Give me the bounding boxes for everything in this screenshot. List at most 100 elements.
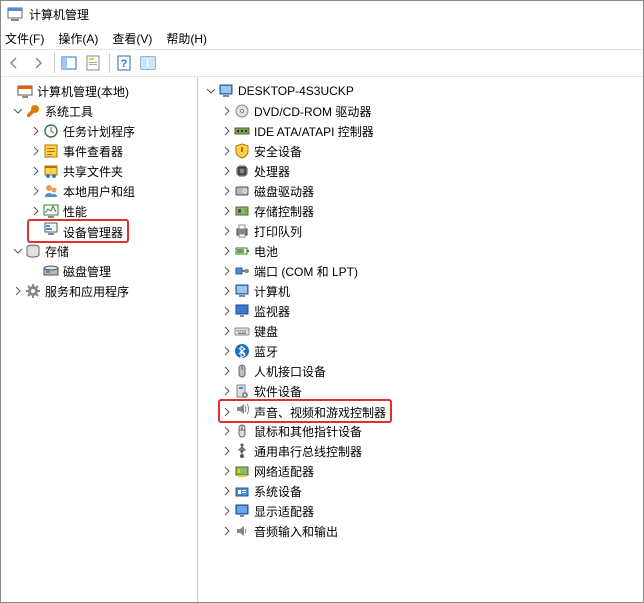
device-category-label: 电池 [254,243,278,260]
device-category[interactable]: 显示适配器 [198,501,643,521]
expand-icon[interactable] [220,224,234,238]
device-category[interactable]: IDE ATA/ATAPI 控制器 [198,121,643,141]
disk-management-icon [43,263,59,279]
left-tree-pane[interactable]: 计算机管理(本地)系统工具任务计划程序事件查看器共享文件夹本地用户和组性能设备管… [1,77,198,602]
device-category[interactable]: 软件设备 [198,381,643,401]
device-category[interactable]: 网络适配器 [198,461,643,481]
device-category-label: 存储控制器 [254,203,314,220]
expand-icon[interactable] [220,444,234,458]
refresh-button[interactable] [137,52,159,74]
expand-icon[interactable] [220,324,234,338]
expand-icon[interactable] [220,144,234,158]
expand-icon[interactable] [220,344,234,358]
device-category[interactable]: 打印队列 [198,221,643,241]
tree-shared-folders-label: 共享文件夹 [63,163,123,180]
device-category-label: 系统设备 [254,483,302,500]
dvd-drive-icon [234,103,250,119]
expand-icon[interactable] [220,264,234,278]
expand-icon[interactable] [29,204,43,218]
users-groups-icon [43,183,59,199]
expand-icon[interactable] [220,464,234,478]
tree-shared-folders[interactable]: 共享文件夹 [1,161,197,181]
menu-view[interactable]: 查看(V) [112,30,152,47]
menu-file[interactable]: 文件(F) [5,30,44,47]
device-category[interactable]: 通用串行总线控制器 [198,441,643,461]
expand-icon[interactable] [220,524,234,538]
expand-icon[interactable] [29,144,43,158]
device-category[interactable]: 鼠标和其他指针设备 [198,421,643,441]
device-category[interactable]: 系统设备 [198,481,643,501]
audio-io-icon [234,523,250,539]
device-category[interactable]: 磁盘驱动器 [198,181,643,201]
device-category[interactable]: 音频输入和输出 [198,521,643,541]
device-category-label: 网络适配器 [254,463,314,480]
expand-icon[interactable] [11,104,25,118]
tree-users-groups[interactable]: 本地用户和组 [1,181,197,201]
tree-storage-label: 存储 [45,243,69,260]
right-tree-pane[interactable]: DESKTOP-4S3UCKPDVD/CD-ROM 驱动器IDE ATA/ATA… [198,77,643,602]
tree-performance[interactable]: 性能 [1,201,197,221]
services-icon [25,283,41,299]
task-scheduler-icon [43,123,59,139]
tree-services[interactable]: 服务和应用程序 [1,281,197,301]
expand-icon[interactable] [11,284,25,298]
device-category[interactable]: 存储控制器 [198,201,643,221]
device-category[interactable]: 蓝牙 [198,341,643,361]
storage-controller-icon [234,203,250,219]
computer-icon [218,83,234,99]
back-button[interactable] [3,52,25,74]
properties-button[interactable] [82,52,104,74]
expand-icon[interactable] [220,104,234,118]
expand-icon[interactable] [220,424,234,438]
device-category[interactable]: 监视器 [198,301,643,321]
device-root[interactable]: DESKTOP-4S3UCKP [198,81,643,101]
expand-icon[interactable] [220,184,234,198]
device-category-label: 人机接口设备 [254,363,326,380]
tree-disk-mgmt[interactable]: 磁盘管理 [1,261,197,281]
device-category[interactable]: 计算机 [198,281,643,301]
expand-icon[interactable] [220,164,234,178]
tree-event-viewer[interactable]: 事件查看器 [1,141,197,161]
expand-icon[interactable] [11,244,25,258]
svg-text:?: ? [121,58,128,70]
device-category[interactable]: 端口 (COM 和 LPT) [198,261,643,281]
menu-help[interactable]: 帮助(H) [166,30,207,47]
tree-root[interactable]: 计算机管理(本地) [1,81,197,101]
help-button[interactable]: ? [113,52,135,74]
expand-icon[interactable] [220,124,234,138]
expand-icon[interactable] [204,84,218,98]
expand-icon[interactable] [220,204,234,218]
device-category[interactable]: 电池 [198,241,643,261]
tree-device-manager[interactable]: 设备管理器 [1,221,197,241]
device-category[interactable]: 人机接口设备 [198,361,643,381]
tree-task-scheduler[interactable]: 任务计划程序 [1,121,197,141]
expand-icon[interactable] [220,405,234,419]
tree-task-scheduler-label: 任务计划程序 [63,123,135,140]
device-category[interactable]: 处理器 [198,161,643,181]
mouse-icon [234,423,250,439]
device-category[interactable]: 键盘 [198,321,643,341]
device-category[interactable]: 声音、视频和游戏控制器 [198,401,643,421]
expand-icon[interactable] [29,184,43,198]
device-category-label: 处理器 [254,163,290,180]
expand-icon[interactable] [220,284,234,298]
expand-icon[interactable] [220,244,234,258]
expand-icon[interactable] [220,364,234,378]
device-category[interactable]: DVD/CD-ROM 驱动器 [198,101,643,121]
tree-storage[interactable]: 存储 [1,241,197,261]
device-category[interactable]: 安全设备 [198,141,643,161]
expand-icon[interactable] [29,164,43,178]
expand-icon[interactable] [220,384,234,398]
computer-management-icon [17,83,33,99]
tree-disk-mgmt-label: 磁盘管理 [63,263,111,280]
menu-action[interactable]: 操作(A) [58,30,98,47]
forward-button[interactable] [27,52,49,74]
expand-icon[interactable] [220,504,234,518]
expand-icon[interactable] [220,484,234,498]
expand-icon[interactable] [29,124,43,138]
device-category-label: 通用串行总线控制器 [254,443,362,460]
titlebar: 计算机管理 [1,1,643,27]
show-hide-tree-button[interactable] [58,52,80,74]
expand-icon[interactable] [220,304,234,318]
tree-system-tools[interactable]: 系统工具 [1,101,197,121]
